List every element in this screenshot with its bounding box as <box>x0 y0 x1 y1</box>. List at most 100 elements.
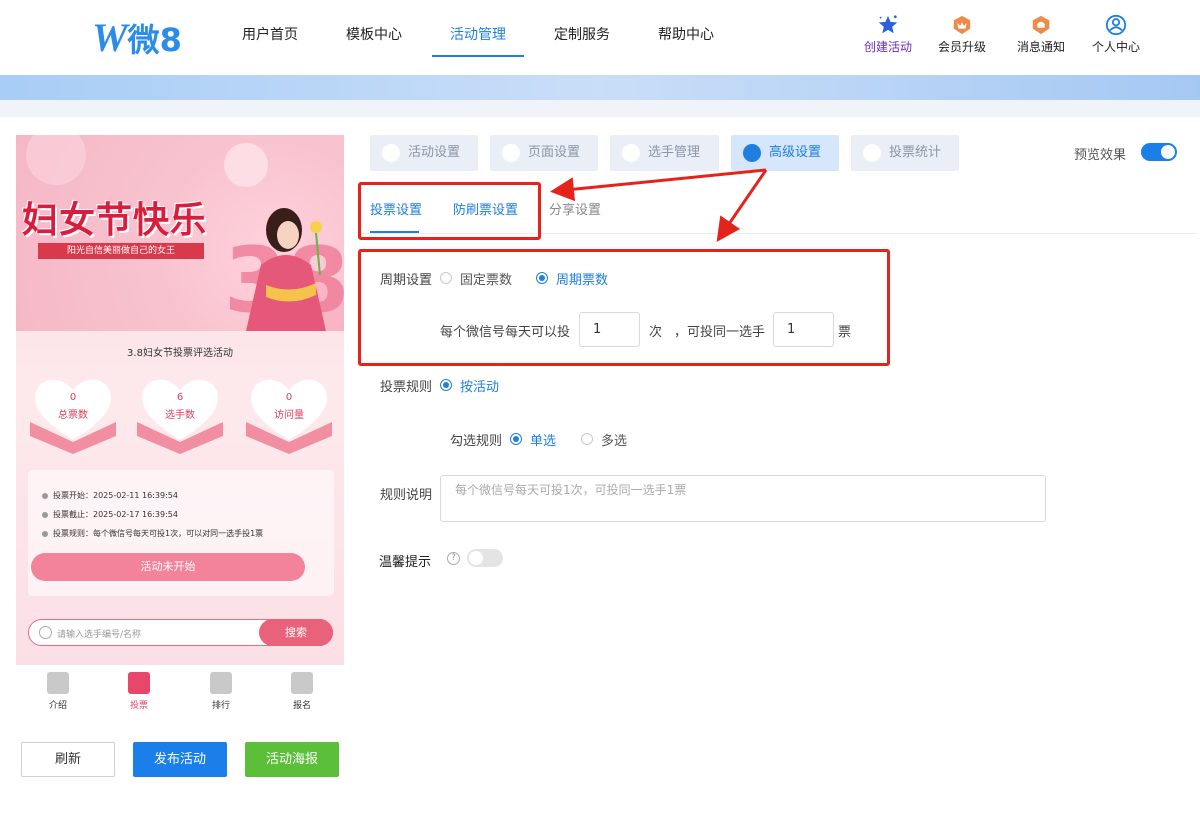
phone-preview: 38 妇女节快乐 阳光自信美丽做自己的女王 3.8妇女节投票评选活动 0 总票数… <box>16 135 344 665</box>
banner-gap <box>0 100 1200 117</box>
nav-home[interactable]: 用户首页 <box>242 24 298 44</box>
option-multiple[interactable]: 多选 <box>601 430 627 449</box>
radio-period-votes[interactable] <box>536 272 548 284</box>
banner-strip <box>0 75 1200 100</box>
option-period-votes[interactable]: 周期票数 <box>556 269 608 288</box>
search-input[interactable]: 请输入选手编号/名称 <box>57 627 141 640</box>
per-user-prefix: 每个微信号每天可以投 <box>440 325 571 340</box>
per-user-input[interactable]: 1 <box>579 312 640 347</box>
step-label: 页面设置 <box>528 145 581 160</box>
poster-button[interactable]: 活动海报 <box>245 742 339 777</box>
info-start: 投票开始：2025-02-11 16:39:54 <box>42 490 178 501</box>
option-by-activity[interactable]: 按活动 <box>460 376 499 395</box>
stat-value: 0 <box>69 392 77 403</box>
calendar-icon <box>863 144 881 162</box>
stat-value: 6 <box>176 392 184 403</box>
stat-total-votes: 0 总票数 <box>30 370 116 454</box>
activity-title: 3.8妇女节投票评选活动 <box>127 348 233 359</box>
preview-toggle[interactable] <box>1141 143 1177 161</box>
nav-custom-service[interactable]: 定制服务 <box>554 24 610 44</box>
calendar-icon <box>47 672 69 694</box>
option-single[interactable]: 单选 <box>530 430 556 449</box>
refresh-button[interactable]: 刷新 <box>21 742 115 777</box>
profile-label: 个人中心 <box>1091 40 1140 54</box>
preview-label: 预览效果 <box>1074 148 1127 163</box>
tab-intro[interactable]: 介绍 <box>33 672 83 711</box>
info-rule: 投票规则：每个微信号每天可投1次，可以对同一选手投1票 <box>42 528 263 539</box>
per-user-unit: 次 <box>649 325 663 340</box>
logo-text: 微8 <box>127 20 182 59</box>
info-end: 投票截止：2025-02-17 16:39:54 <box>42 509 178 520</box>
help-icon[interactable]: ? <box>447 552 460 565</box>
radio-multiple[interactable] <box>581 433 593 445</box>
publish-button[interactable]: 发布活动 <box>133 742 227 777</box>
tab-label: 报名 <box>292 701 311 711</box>
tab-label: 介绍 <box>48 701 67 711</box>
logo-mark: W <box>92 15 128 60</box>
activity-status-button[interactable]: 活动未开始 <box>31 553 305 581</box>
search-icon <box>39 626 52 639</box>
hero-title: 妇女节快乐 <box>22 200 208 241</box>
step-activity-settings[interactable]: 活动设置 <box>370 135 478 171</box>
annotation-box-period <box>358 249 890 366</box>
top-nav: W 微8 用户首页 模板中心 活动管理 定制服务 帮助中心 创建活动 会员升级 … <box>0 0 1200 75</box>
hero-subtitle: 阳光自信美丽做自己的女王 <box>38 243 204 259</box>
annotation-arrows <box>550 168 768 242</box>
stat-visits: 0 访问量 <box>246 370 332 454</box>
tab-vote[interactable]: 投票 <box>114 672 164 711</box>
option-fixed-votes[interactable]: 固定票数 <box>460 269 512 288</box>
tip-toggle[interactable] <box>467 549 503 567</box>
player-search[interactable]: 请输入选手编号/名称 搜索 <box>28 619 333 646</box>
phone-tabbar: 介绍 投票 排行 报名 <box>16 666 344 716</box>
step-vote-stats[interactable]: 投票统计 <box>851 135 959 171</box>
stat-label: 选手数 <box>165 410 195 421</box>
tab-label: 投票 <box>129 701 148 711</box>
same-player-prefix: ，可投同一选手 <box>674 325 766 340</box>
member-upgrade-label: 会员升级 <box>937 40 986 54</box>
page-icon <box>502 144 520 162</box>
member-upgrade-button[interactable]: 会员升级 <box>930 14 994 55</box>
crown-badge-icon <box>953 15 971 35</box>
profile-button[interactable]: 个人中心 <box>1084 14 1148 55</box>
stat-value: 0 <box>285 392 293 403</box>
bar-chart-icon <box>128 672 150 694</box>
stat-label: 总票数 <box>58 410 88 421</box>
logo[interactable]: W 微8 <box>92 14 182 61</box>
step-label: 投票统计 <box>889 145 942 160</box>
tip-label: 温馨提示 <box>379 555 432 570</box>
hero-banner: 38 妇女节快乐 阳光自信美丽做自己的女王 <box>16 135 344 331</box>
user-icon <box>1105 14 1127 36</box>
nav-help-center[interactable]: 帮助中心 <box>658 24 714 44</box>
stat-players: 6 选手数 <box>137 370 223 454</box>
heart-icon <box>382 144 400 162</box>
desc-label: 规则说明 <box>380 488 433 503</box>
nav-activity-management[interactable]: 活动管理 <box>432 24 524 57</box>
stat-label: 访问量 <box>274 410 304 421</box>
search-button[interactable]: 搜索 <box>259 619 333 646</box>
heart-icon <box>210 672 232 694</box>
same-player-unit: 票 <box>838 325 852 340</box>
bell-badge-icon <box>1032 15 1050 35</box>
rule-label: 投票规则 <box>380 380 433 395</box>
tab-signup[interactable]: 报名 <box>277 672 327 711</box>
step-label: 选手管理 <box>648 145 701 160</box>
edit-icon <box>291 672 313 694</box>
period-label: 周期设置 <box>380 273 433 288</box>
same-player-input[interactable]: 1 <box>773 312 834 347</box>
create-activity-label: 创建活动 <box>863 40 912 54</box>
nav-templates[interactable]: 模板中心 <box>346 24 402 44</box>
notifications-label: 消息通知 <box>1016 40 1065 54</box>
annotation-box-subtabs <box>358 182 541 240</box>
radio-single[interactable] <box>510 433 522 445</box>
rule-description-textarea[interactable]: 每个微信号每天可投1次，可投同一选手1票 <box>440 475 1046 522</box>
step-label: 高级设置 <box>769 145 822 160</box>
step-label: 活动设置 <box>408 145 461 160</box>
star-icon <box>878 15 898 34</box>
radio-fixed-votes[interactable] <box>440 272 452 284</box>
select-rule-label: 勾选规则 <box>450 434 503 449</box>
notifications-button[interactable]: 消息通知 <box>1009 14 1073 55</box>
create-activity-button[interactable]: 创建活动 <box>856 14 920 55</box>
tab-label: 排行 <box>211 701 230 711</box>
radio-by-activity[interactable] <box>440 379 452 391</box>
tab-ranking[interactable]: 排行 <box>196 672 246 711</box>
